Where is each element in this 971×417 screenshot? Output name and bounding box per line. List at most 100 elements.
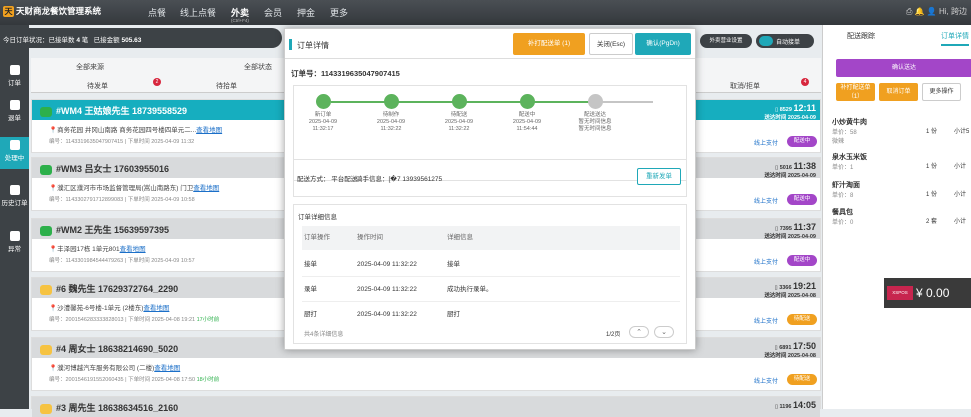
chevron-down-icon[interactable]: ⌄ xyxy=(654,326,674,338)
source-filter[interactable]: 全部来源 xyxy=(76,62,104,72)
pay-method: 线上支付 xyxy=(753,260,778,266)
map-link[interactable]: 查看地图 xyxy=(196,127,222,134)
tab-cancelled[interactable]: 取消/拒单 xyxy=(730,81,760,91)
reprint-button[interactable]: 补打配送单 (1) xyxy=(513,33,585,55)
user-greeting: Hi, 跨边 xyxy=(939,7,967,16)
chevron-up-icon[interactable]: ⌃ xyxy=(629,326,649,338)
order-address: 📍濮汇区濮河市市场监督管理局(嵩山南路东) 门卫查看地图 xyxy=(49,185,220,192)
pay-method: 线上支付 xyxy=(753,319,778,325)
logo-icon: 天 xyxy=(3,6,14,18)
tab-pending-dispatch[interactable]: 待发单 xyxy=(87,81,108,91)
clock-icon xyxy=(451,94,467,109)
map-link[interactable]: 查看地图 xyxy=(154,365,180,372)
rider-info: 骑手信息：[�7 13939561275 xyxy=(356,176,443,183)
payment-widget[interactable]: XSPOS ¥ 0.00 xyxy=(884,278,971,308)
order-meta: 编号：1143301984544479263 | 下单时间 2025-04-09… xyxy=(49,258,195,264)
title-accent xyxy=(289,39,292,50)
location-icon: 📍 xyxy=(49,305,58,312)
status-badge[interactable]: 待配送 xyxy=(787,374,817,385)
order-address: 📍商务花园 井冈山南路 商务花园四号楼四单元二...查看地图 xyxy=(49,127,223,134)
detail-table: 订单详细信息 订单操作 操作时间 详细信息 接单 2025-04-09 11:32:2… xyxy=(293,204,687,344)
wechat-icon xyxy=(40,106,52,117)
sidebar-item-orders[interactable]: 订单 xyxy=(0,62,29,94)
wechat-icon xyxy=(40,225,52,236)
top-bar: 天天财商龙餐饮管理系统 点餐 线上点餐 外卖 (Ctrl+F4) 会员 押金 更… xyxy=(0,0,971,25)
user-area[interactable]: ⎙ 🔔 👤 Hi, 跨边 xyxy=(906,6,967,17)
pay-amount: ¥ 0.00 xyxy=(916,286,950,300)
bell-icon[interactable]: 🔔 xyxy=(915,7,927,16)
order-meta: 编号：1143319635047907415 | 下单时间 2025-04-09… xyxy=(49,139,195,145)
order-card[interactable]: #3 周先生 18638634516_2160 ▯ 1196 14:05 xyxy=(31,396,821,417)
detail-title: 订单详细信息 xyxy=(298,214,337,221)
printer-icon[interactable]: ⎙ xyxy=(906,7,915,16)
list-item: 泉水玉米饭 单价：1 1 份小计 xyxy=(832,154,967,171)
today-status: 今日订单状况：已接单数 4 笔 已接金额 505.63 xyxy=(0,28,282,48)
step-delivering: 配送中 2025-04-09 11:54:44 xyxy=(502,94,552,133)
table-row: 录单 2025-04-09 11:32:22 成功执行录单。 xyxy=(302,278,680,302)
table-footer: 共4条详细信息 xyxy=(304,332,344,338)
step-making: 待制作 2025-04-09 11:32:22 xyxy=(366,94,416,133)
pay-method: 线上支付 xyxy=(753,199,778,205)
chef-icon xyxy=(383,94,399,109)
step-to-deliver: 待配送 2025-04-09 11:32:22 xyxy=(434,94,484,133)
doc-icon xyxy=(315,94,331,109)
map-link[interactable]: 查看地图 xyxy=(120,246,146,253)
status-badge[interactable]: 配送中 xyxy=(787,136,817,147)
reprint-button[interactable]: 补打配送单（1） xyxy=(836,83,875,101)
resend-button[interactable]: 重新发单 xyxy=(637,168,681,185)
table-header: 订单操作 操作时间 详细信息 xyxy=(302,226,680,250)
tab-pending-pickup[interactable]: 待拾单 xyxy=(216,81,237,91)
nav-diancan[interactable]: 点餐 xyxy=(148,6,166,19)
order-meta: 编号：2001546283333828013 | 下单时间 2025-04-08… xyxy=(49,317,220,323)
close-button[interactable]: 关闭(Esc) xyxy=(589,33,633,55)
map-link[interactable]: 查看地图 xyxy=(193,185,219,192)
more-actions-button[interactable]: 更多操作 xyxy=(922,83,961,101)
delivery-method: 配送方式： 平台配送 xyxy=(297,176,358,183)
step-new: 新订单 2025-04-09 11:32:17 xyxy=(298,94,348,133)
alert-icon xyxy=(9,231,20,241)
left-sidebar: 订单 退单 处理中 历史订单 异常 xyxy=(0,25,29,409)
nav-waimai-shortcut: (Ctrl+F4) xyxy=(231,18,249,23)
takeout-settings-dropdown[interactable]: 外卖营业设置 xyxy=(700,34,752,48)
hourglass-icon xyxy=(9,140,20,150)
order-address: 📍濮河博越汽车服务有限公司 (二楼)查看地图 xyxy=(49,365,181,372)
pay-method: 线上支付 xyxy=(753,141,778,147)
order-meta: 编号：2001546191552060435 | 下单时间 2025-04-08… xyxy=(49,377,220,383)
map-link[interactable]: 查看地图 xyxy=(143,305,169,312)
sidebar-item-exception[interactable]: 异常 xyxy=(0,228,29,260)
confirm-delivered-button[interactable]: 确认送达 xyxy=(836,59,971,77)
location-icon: 📍 xyxy=(49,365,58,372)
table-row: 接单 2025-04-09 11:32:22 接单 xyxy=(302,253,680,277)
sidebar-item-refund[interactable]: 退单 xyxy=(0,97,29,129)
delivery-info: 配送方式： 平台配送 骑手信息：[�7 13939561275 重新发单 xyxy=(293,159,687,197)
status-filter[interactable]: 全部状态 xyxy=(244,62,272,72)
user-icon[interactable]: 👤 xyxy=(927,7,939,16)
nav-member[interactable]: 会员 xyxy=(264,6,282,19)
tab-order-detail[interactable]: 订单详情 xyxy=(941,31,969,46)
tab-delivery-tracking[interactable]: 配送跟踪 xyxy=(847,31,875,41)
confirm-button[interactable]: 确认(PgDn) xyxy=(635,33,691,55)
order-address: 📍沙澧馨苑-6号楼-1单元 (2楼东)查看地图 xyxy=(49,305,170,312)
nav-online[interactable]: 线上点餐 xyxy=(180,6,216,19)
bike-icon xyxy=(519,94,535,109)
app-title: 天财商龙餐饮管理系统 xyxy=(16,6,102,16)
status-badge[interactable]: 待配送 xyxy=(787,314,817,325)
order-meta: 编号：1143302791712899083 | 下单时间 2025-04-09… xyxy=(49,197,195,203)
sidebar-item-processing[interactable]: 处理中 xyxy=(0,137,29,169)
nav-more[interactable]: 更多 xyxy=(330,6,348,19)
auto-accept-switch[interactable]: 自动接单 xyxy=(756,34,814,48)
cancel-badge: 4 xyxy=(801,78,809,86)
status-badge[interactable]: 配送中 xyxy=(787,255,817,266)
list-item: 小炒黄牛肉 单价：58 1 份小计5 微辣 xyxy=(832,119,970,145)
meituan-icon xyxy=(40,284,52,295)
status-badge[interactable]: 配送中 xyxy=(787,194,817,205)
order-address: 📍丰泽园17栋 1单元801查看地图 xyxy=(49,246,146,253)
list-item: 餐具包 单价：0 2 套小计 xyxy=(832,209,967,226)
location-icon: 📍 xyxy=(49,185,58,192)
nav-deposit[interactable]: 押金 xyxy=(297,6,315,19)
order-detail-modal: 订单详情 补打配送单 (1) 关闭(Esc) 确认(PgDn) 订单号：1143… xyxy=(284,28,696,350)
location-icon: 📍 xyxy=(49,246,58,253)
sidebar-item-history[interactable]: 历史订单 xyxy=(0,182,29,214)
order-number: 订单号：1143319635047907415 xyxy=(291,69,400,78)
cancel-order-button[interactable]: 取消订单 xyxy=(879,83,918,101)
